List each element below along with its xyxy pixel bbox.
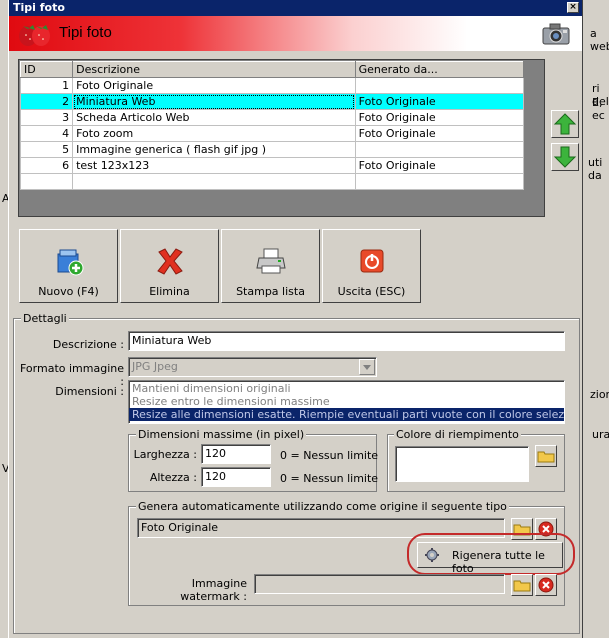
cell-descrizione: Immagine generica ( flash gif jpg ) — [72, 141, 356, 158]
grid-panel: ID Descrizione Generato da... 1 Foto Ori… — [18, 59, 545, 217]
column-header-id[interactable]: ID — [19, 61, 74, 78]
tipi-foto-table[interactable]: ID Descrizione Generato da... 1 Foto Ori… — [19, 61, 525, 190]
nuovo-button[interactable]: Nuovo (F4) — [19, 229, 118, 303]
genera-legend: Genera automaticamente utilizzando come … — [136, 500, 509, 513]
cell-descrizione: Foto zoom — [72, 125, 356, 142]
larghezza-input[interactable]: 120 — [201, 444, 271, 464]
chevron-down-icon — [363, 365, 371, 370]
descrizione-label: Descrizione : — [52, 338, 124, 351]
background-text: uti da — [588, 156, 603, 182]
background-text: a web — [590, 27, 609, 53]
cell-generato: Foto Originale — [354, 125, 525, 142]
table-row[interactable]: 5 Immagine generica ( flash gif jpg ) — [19, 141, 525, 158]
nuovo-label: Nuovo (F4) — [38, 285, 99, 298]
larghezza-hint: 0 = Nessun limite — [280, 449, 379, 462]
column-header-generato[interactable]: Generato da... — [354, 61, 525, 78]
colore-riempimento-legend: Colore di riempimento — [394, 428, 521, 441]
cell-id: 5 — [19, 141, 74, 158]
watermark-label: Immagine watermark : — [180, 577, 247, 603]
delete-circle-icon — [538, 577, 554, 593]
altezza-input[interactable]: 120 — [201, 467, 271, 487]
dimensioni-listbox[interactable]: Mantieni dimensioni originali Resize ent… — [128, 380, 565, 424]
rigenera-button[interactable]: Rigenera tutte le foto — [417, 542, 563, 575]
header-title: Tipi foto — [59, 24, 112, 41]
header-banner: Tipi foto — [9, 16, 582, 51]
arrow-down-icon — [553, 146, 577, 168]
printer-icon — [256, 248, 286, 274]
move-down-button[interactable] — [551, 143, 579, 171]
power-icon — [360, 249, 384, 273]
dimensioni-massime-legend: Dimensioni massime (in pixel) — [136, 428, 307, 441]
cell-generato: Foto Originale — [354, 109, 525, 126]
watermark-input[interactable] — [254, 574, 505, 594]
cell-generato — [354, 77, 525, 94]
background-text: ura — [592, 428, 609, 441]
formato-dropdown-button[interactable] — [359, 359, 375, 375]
cell-descrizione: test 123x123 — [72, 157, 356, 174]
altezza-label: Altezza : — [149, 471, 197, 484]
table-row[interactable]: 3 Scheda Articolo Web Foto Originale — [19, 109, 525, 126]
formato-immagine-select[interactable]: JPG Jpeg — [128, 357, 377, 377]
title-bar[interactable]: Tipi foto × — [9, 0, 582, 16]
cell-generato — [354, 141, 525, 158]
tipi-foto-window: Tipi foto × Tipi foto ID Descrizione Gen… — [8, 0, 583, 638]
descrizione-input[interactable]: Miniatura Web — [128, 331, 565, 351]
formato-immagine-value: JPG Jpeg — [132, 360, 178, 373]
folder-icon — [537, 451, 555, 463]
rigenera-label: Rigenera tutte le foto — [452, 549, 545, 575]
cell-id: 1 — [19, 77, 74, 94]
table-row[interactable]: 6 test 123x123 Foto Originale — [19, 157, 525, 174]
uscita-label: Uscita (ESC) — [337, 285, 406, 298]
table-row[interactable]: 4 Foto zoom Foto Originale — [19, 125, 525, 142]
stampa-lista-button[interactable]: Stampa lista — [221, 229, 320, 303]
dimensioni-label: Dimensioni : — [55, 385, 124, 398]
column-header-descrizione[interactable]: Descrizione — [72, 61, 356, 78]
close-button[interactable]: × — [567, 2, 579, 13]
background-text: zione — [590, 388, 609, 401]
choose-watermark-button[interactable] — [511, 574, 533, 596]
strawberry-icon — [19, 25, 50, 46]
larghezza-label: Larghezza : — [133, 448, 197, 461]
cell-id: 3 — [19, 109, 74, 126]
cell-descrizione: Foto Originale — [72, 77, 356, 94]
move-up-button[interactable] — [551, 110, 579, 138]
background-text: E, ec — [592, 96, 605, 122]
cell-id: 4 — [19, 125, 74, 142]
choose-color-button[interactable] — [535, 445, 557, 467]
uscita-button[interactable]: Uscita (ESC) — [322, 229, 421, 303]
table-row[interactable]: 1 Foto Originale — [19, 77, 525, 94]
folder-icon — [513, 580, 531, 592]
elimina-button[interactable]: Elimina — [120, 229, 219, 303]
cell-descrizione: Miniatura Web — [72, 93, 356, 110]
dimensioni-option-selected[interactable]: Resize alle dimensioni esatte. Riempie e… — [129, 408, 564, 421]
altezza-hint: 0 = Nessun limite — [280, 472, 379, 485]
cell-id: 6 — [19, 157, 74, 174]
cell-descrizione: Scheda Articolo Web — [72, 109, 356, 126]
camera-icon — [542, 23, 570, 45]
table-row-empty[interactable] — [19, 173, 525, 190]
cell-id: 2 — [19, 93, 74, 110]
table-row-selected[interactable]: 2 Miniatura Web Foto Originale — [19, 93, 525, 110]
cell-generato: Foto Originale — [354, 93, 525, 110]
delete-x-icon — [157, 248, 183, 275]
dimensioni-option[interactable]: Resize entro le dimensioni massime — [129, 395, 564, 408]
window-title: Tipi foto — [13, 1, 65, 14]
arrow-up-icon — [553, 113, 577, 135]
stampa-lista-label: Stampa lista — [236, 285, 305, 298]
dimensioni-option[interactable]: Mantieni dimensioni originali — [129, 382, 564, 395]
new-item-icon — [57, 249, 84, 276]
clear-watermark-button[interactable] — [535, 574, 557, 596]
gear-icon — [425, 548, 439, 562]
dettagli-legend: Dettagli — [21, 312, 69, 325]
cell-generato: Foto Originale — [354, 157, 525, 174]
colore-preview[interactable] — [395, 446, 529, 482]
elimina-label: Elimina — [149, 285, 190, 298]
